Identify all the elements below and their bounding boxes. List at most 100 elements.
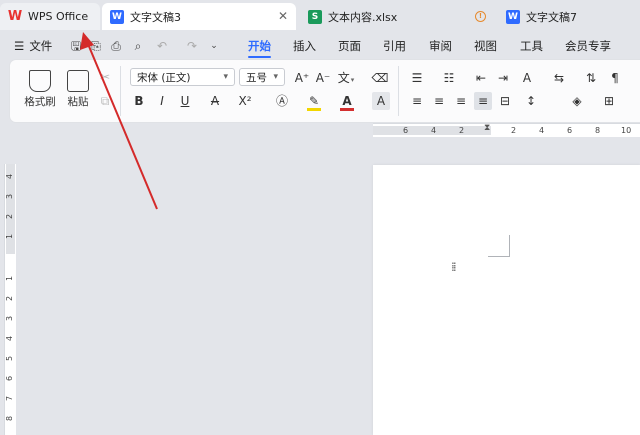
- tab-view[interactable]: 视图: [474, 32, 497, 60]
- print-icon[interactable]: ⎙: [108, 38, 124, 54]
- tab-label: 文字文稿7: [526, 10, 577, 24]
- align-center-icon[interactable]: ≡: [430, 92, 448, 110]
- hamburger-icon: ☰: [14, 39, 25, 53]
- divider: [120, 66, 121, 116]
- close-tab-icon[interactable]: ✕: [278, 9, 288, 23]
- tab-home[interactable]: 开始: [248, 32, 271, 60]
- horizontal-ruler: 6 4 2 2 4 6 8 10 ⧗: [373, 123, 640, 137]
- text-direction-icon[interactable]: ⇆: [550, 69, 568, 87]
- font-color-bar: [340, 108, 354, 111]
- ruler-tick: 7: [5, 395, 15, 402]
- align-left-icon[interactable]: ≡: [408, 92, 426, 110]
- ruler-tick: 2: [511, 126, 517, 135]
- tab-review[interactable]: 审阅: [429, 32, 452, 60]
- grow-font-icon[interactable]: A⁺: [293, 69, 311, 87]
- redo-icon[interactable]: ↷: [184, 38, 200, 54]
- tab-spreadsheet[interactable]: S 文本内容.xlsx !: [300, 3, 496, 30]
- ruler-tick: 10: [621, 126, 632, 135]
- brush-icon: [29, 70, 51, 92]
- tab-member[interactable]: 会员专享: [565, 32, 611, 60]
- ruler-tick: 2: [5, 213, 15, 220]
- unsaved-warning-icon: !: [475, 11, 486, 22]
- save-icon[interactable]: 🖫: [68, 38, 84, 54]
- ruler-tick: 1: [5, 233, 15, 240]
- export-pdf-icon[interactable]: ⎘: [88, 38, 104, 54]
- tab-wps-office[interactable]: W WPS Office: [0, 3, 100, 30]
- indent-marker-icon[interactable]: ⧗: [484, 123, 490, 133]
- writer-doc-icon: W: [110, 9, 124, 24]
- menu-bar: ☰ 文件 🖫 ⎘ ⎙ ⌕ ↶ ↷ ⌄ 开始 插入 页面 引用 审阅 视图 工具 …: [0, 32, 640, 60]
- document-page[interactable]: [373, 165, 640, 435]
- paste-label: 粘贴: [67, 96, 89, 108]
- tab-label: WPS Office: [28, 10, 89, 23]
- tab-label: 文本内容.xlsx: [328, 10, 398, 24]
- chinese-layout-icon[interactable]: A: [518, 69, 536, 87]
- tab-label: 文字文稿3: [130, 10, 181, 24]
- tab-page[interactable]: 页面: [338, 32, 361, 60]
- phonetic-guide-icon[interactable]: 文▾: [337, 69, 355, 87]
- file-menu[interactable]: ☰ 文件: [14, 32, 52, 60]
- sort-icon[interactable]: ⇅: [582, 69, 600, 87]
- justify-icon[interactable]: ≡: [474, 92, 492, 110]
- ruler-tick: 8: [595, 126, 601, 135]
- align-right-icon[interactable]: ≡: [452, 92, 470, 110]
- ruler-tick: 4: [539, 126, 545, 135]
- file-menu-label: 文件: [29, 39, 53, 53]
- font-name-select[interactable]: 宋体 (正文) ▾: [130, 68, 235, 86]
- tab-references[interactable]: 引用: [383, 32, 406, 60]
- clipboard-icon: [67, 70, 89, 92]
- strikethrough-icon[interactable]: A: [206, 92, 224, 110]
- tab-bar: W WPS Office W 文字文稿3 ✕ S 文本内容.xlsx ! W 文…: [0, 0, 640, 32]
- tab-tools[interactable]: 工具: [520, 32, 543, 60]
- bold-button[interactable]: B: [130, 92, 148, 110]
- ruler-tick: 3: [5, 315, 15, 322]
- highlight-color-bar: [307, 108, 321, 111]
- home-ribbon: 格式刷 粘贴 ✂ ⧉ 宋体 (正文) ▾ 五号 ▾ A⁺ A⁻ 文▾ ⌫ B I U…: [10, 60, 640, 122]
- shading-icon[interactable]: ◈: [568, 92, 586, 110]
- chevron-down-icon[interactable]: ⌄: [206, 38, 222, 54]
- distribute-icon[interactable]: ⊟: [496, 92, 514, 110]
- tab-document-3[interactable]: W 文字文稿3 ✕: [102, 3, 296, 30]
- divider: [398, 66, 399, 116]
- ruler-tick: 6: [567, 126, 573, 135]
- ruler-tick: 4: [431, 126, 437, 135]
- writer-doc-icon: W: [506, 9, 520, 24]
- ruler-tick: 6: [403, 126, 409, 135]
- chevron-down-icon: ▾: [223, 72, 228, 82]
- format-painter-button[interactable]: 格式刷: [22, 68, 58, 118]
- clear-format-icon[interactable]: ⌫: [371, 69, 389, 87]
- increase-indent-icon[interactable]: ⇥: [494, 69, 512, 87]
- ruler-tick: 5: [5, 355, 15, 362]
- ruler-tick: 3: [5, 193, 15, 200]
- ruler-tick: 8: [5, 415, 15, 422]
- text-effect-icon[interactable]: Ⓐ: [273, 92, 291, 110]
- decrease-indent-icon[interactable]: ⇤: [472, 69, 490, 87]
- ruler-tick: 6: [5, 375, 15, 382]
- copy-icon[interactable]: ⧉: [96, 92, 114, 110]
- numbered-list-icon[interactable]: ☷: [440, 69, 458, 87]
- ruler-tick: 2: [459, 126, 465, 135]
- italic-button[interactable]: I: [153, 92, 171, 110]
- page-margin-corner: [488, 235, 510, 257]
- cut-icon[interactable]: ✂: [96, 68, 114, 86]
- superscript-button[interactable]: X²: [236, 92, 254, 110]
- font-size-select[interactable]: 五号 ▾: [239, 68, 285, 86]
- tab-document-7[interactable]: W 文字文稿7: [498, 3, 640, 30]
- vertical-ruler: 4 3 2 1 1 2 3 4 5 6 7 8: [4, 164, 16, 435]
- wps-logo-icon: W: [7, 9, 23, 24]
- tab-insert[interactable]: 插入: [293, 32, 316, 60]
- paragraph-drag-handle-icon[interactable]: ⁞⁞: [451, 260, 456, 274]
- ruler-tick: 4: [5, 173, 15, 180]
- paste-button[interactable]: 粘贴: [60, 68, 96, 118]
- spreadsheet-icon: S: [308, 9, 322, 24]
- shrink-font-icon[interactable]: A⁻: [314, 69, 332, 87]
- underline-button[interactable]: U: [176, 92, 194, 110]
- undo-icon[interactable]: ↶: [154, 38, 170, 54]
- print-preview-icon[interactable]: ⌕: [130, 38, 146, 54]
- bullet-list-icon[interactable]: ☰: [408, 69, 426, 87]
- borders-icon[interactable]: ⊞: [600, 92, 618, 110]
- line-spacing-icon[interactable]: ↕: [522, 92, 540, 110]
- char-shading-icon[interactable]: A: [372, 92, 390, 110]
- show-marks-icon[interactable]: ¶: [606, 69, 624, 87]
- ruler-tick: 1: [5, 275, 15, 282]
